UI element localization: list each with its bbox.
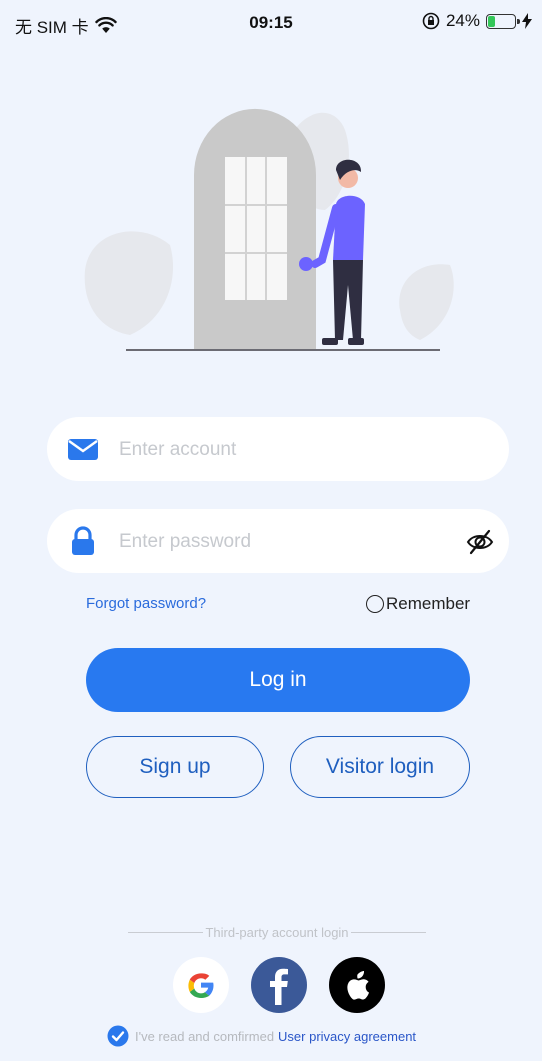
- battery-cap: [517, 18, 520, 24]
- password-field[interactable]: [47, 509, 509, 573]
- remember-toggle[interactable]: Remember: [366, 594, 470, 614]
- third-party-divider: Third-party account login: [128, 925, 427, 940]
- charging-bolt-icon: [522, 13, 532, 29]
- google-login-button[interactable]: [173, 957, 229, 1013]
- battery-level-fill: [488, 15, 495, 27]
- lock-icon: [72, 526, 94, 555]
- agreement-checkbox[interactable]: [107, 1025, 129, 1047]
- third-party-label: Third-party account login: [205, 925, 349, 940]
- password-input[interactable]: [117, 521, 451, 563]
- login-button[interactable]: Log in: [86, 648, 470, 712]
- door-illustration: [84, 108, 454, 351]
- divider-line-right: [350, 932, 427, 933]
- battery-percent: 24%: [445, 11, 480, 30]
- visitor-login-button[interactable]: Visitor login: [290, 736, 470, 798]
- eye-slash-icon[interactable]: [465, 527, 495, 557]
- mail-icon: [68, 439, 98, 460]
- remember-radio[interactable]: [366, 595, 384, 613]
- forgot-password-link[interactable]: Forgot password?: [86, 595, 206, 612]
- battery-icon: [486, 13, 520, 29]
- agreement-row: I've read and comfirmed User privacy agr…: [107, 1025, 416, 1047]
- door-window: [225, 157, 287, 300]
- account-input[interactable]: [117, 429, 451, 471]
- signup-button[interactable]: Sign up: [86, 736, 264, 798]
- remember-label: Remember: [386, 594, 471, 613]
- status-bar: 无 SIM 卡 09:15 24%: [0, 0, 542, 46]
- apple-login-button[interactable]: [329, 957, 385, 1013]
- agreement-text: I've read and comfirmed: [135, 1028, 275, 1044]
- status-right: 24%: [422, 11, 532, 31]
- orientation-lock-icon: [422, 12, 440, 30]
- privacy-agreement-link[interactable]: User privacy agreement: [278, 1029, 416, 1044]
- facebook-login-button[interactable]: [251, 957, 307, 1013]
- divider-line-left: [128, 932, 204, 933]
- account-field[interactable]: [47, 417, 509, 481]
